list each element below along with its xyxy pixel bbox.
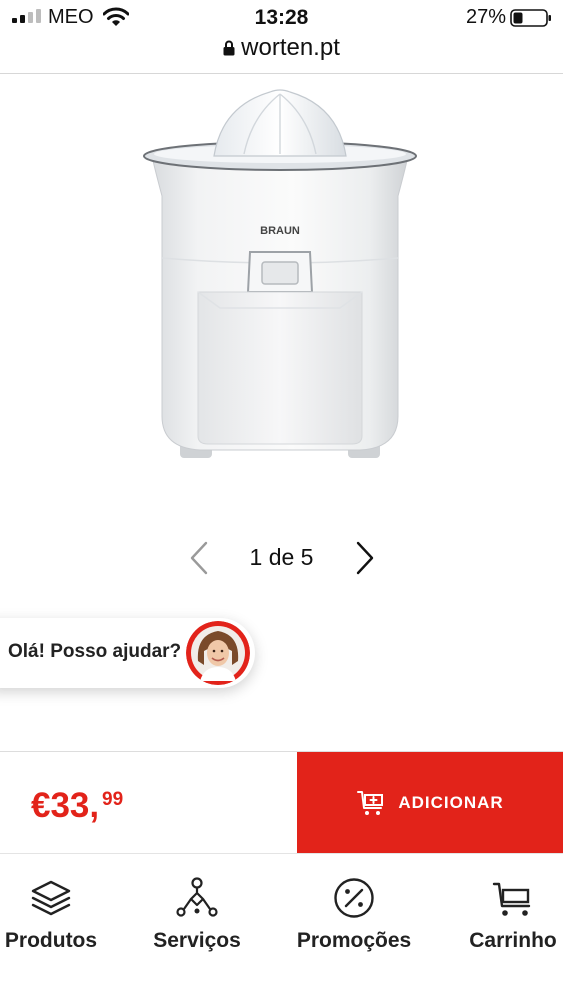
cart-plus-icon [357, 790, 384, 815]
nav-label-produtos: Produtos [4, 929, 98, 952]
address-bar-divider [0, 73, 563, 74]
url-domain: worten.pt [241, 34, 340, 61]
price-display: €33, 99 [0, 752, 297, 853]
cart-icon [492, 882, 531, 916]
status-bar: MEO 13:28 27% [0, 0, 563, 34]
address-bar[interactable]: worten.pt [0, 34, 563, 74]
layers-icon [31, 880, 71, 916]
chat-assistant-button[interactable]: Olá! Posso ajudar? [0, 618, 255, 688]
percent-icon [334, 878, 374, 918]
citrus-juicer-image[interactable]: BRAUN [140, 86, 420, 462]
price-whole: €33, [31, 786, 100, 825]
chevron-right-icon[interactable] [350, 540, 380, 576]
brand-logo-text: BRAUN [260, 225, 300, 237]
wifi-icon [103, 7, 129, 26]
network-icon [176, 877, 218, 917]
assistant-avatar [186, 621, 250, 685]
battery-icon [510, 9, 551, 27]
battery-percentage: 27% [465, 6, 506, 28]
bottom-navigation: Produtos Serviços Promoções Carrinho [0, 853, 563, 999]
carousel-position: 1 de 5 [249, 544, 314, 570]
add-to-cart-label: ADICIONAR [398, 792, 504, 812]
nav-item-produtos[interactable]: Produtos [0, 854, 102, 964]
image-carousel-pager: 1 de 5 [0, 536, 563, 580]
nav-label-carrinho: Carrinho [469, 929, 557, 952]
nav-label-promocoes: Promoções [296, 929, 412, 952]
lock-icon [223, 40, 235, 56]
nav-label-servicos: Serviços [153, 929, 241, 952]
add-to-cart-button[interactable]: ADICIONAR [297, 752, 563, 853]
price-cents: 99 [102, 789, 124, 810]
nav-item-servicos[interactable]: Serviços [145, 854, 249, 964]
nav-item-carrinho[interactable]: Carrinho [463, 854, 563, 964]
chat-greeting: Olá! Posso ajudar? [8, 641, 182, 662]
nav-item-promocoes[interactable]: Promoções [292, 854, 416, 964]
signal-strength-icon [12, 9, 41, 23]
carrier-name: MEO [48, 6, 94, 28]
